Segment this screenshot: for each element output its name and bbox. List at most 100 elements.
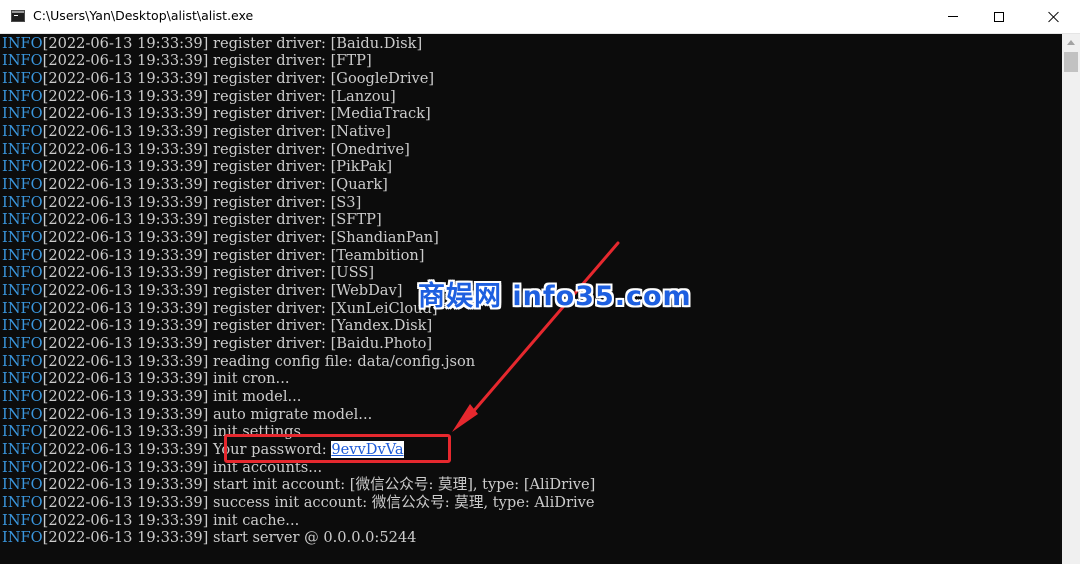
log-message: register driver: [Lanzou]	[208, 87, 396, 105]
log-timestamp: [2022-06-13 19:33:39]	[42, 387, 209, 405]
log-message: register driver: [USS]	[208, 264, 375, 282]
log-timestamp: [2022-06-13 19:33:39]	[42, 370, 209, 388]
log-timestamp: [2022-06-13 19:33:39]	[42, 458, 209, 476]
scroll-up-arrow-icon[interactable]	[1067, 40, 1075, 45]
log-timestamp: [2022-06-13 19:33:39]	[42, 493, 209, 511]
console-line: INFO[2022-06-13 19:33:39] register drive…	[2, 70, 434, 88]
console-line: INFO[2022-06-13 19:33:39] register drive…	[2, 52, 372, 70]
log-timestamp: [2022-06-13 19:33:39]	[42, 299, 209, 317]
log-timestamp: [2022-06-13 19:33:39]	[42, 476, 209, 494]
console-line: INFO[2022-06-13 19:33:39] register drive…	[2, 35, 422, 53]
console-line: INFO[2022-06-13 19:33:39] init model...	[2, 388, 301, 406]
log-message: register driver: [MediaTrack]	[208, 105, 431, 123]
maximize-icon	[994, 11, 1004, 22]
console-line: INFO[2022-06-13 19:33:39] start server @…	[2, 529, 416, 547]
window-title: C:\Users\Yan\Desktop\alist\alist.exe	[33, 8, 254, 23]
log-message: register driver: [S3]	[208, 193, 362, 211]
log-level: INFO	[2, 405, 43, 423]
log-level: INFO	[2, 370, 43, 388]
watermark-text: 商娱网 info35.com	[418, 281, 692, 312]
log-level: INFO	[2, 228, 43, 246]
log-timestamp: [2022-06-13 19:33:39]	[42, 175, 209, 193]
log-level: INFO	[2, 122, 43, 140]
console-line: INFO[2022-06-13 19:33:39] reading config…	[2, 353, 475, 371]
log-message: init cron...	[208, 370, 290, 388]
log-timestamp: [2022-06-13 19:33:39]	[42, 246, 209, 264]
console-line: INFO[2022-06-13 19:33:39] register drive…	[2, 105, 431, 123]
log-message: start server @ 0.0.0.0:5244	[208, 529, 417, 547]
log-message: register driver: [PikPak]	[208, 158, 393, 176]
log-level: INFO	[2, 352, 43, 370]
log-level: INFO	[2, 458, 43, 476]
console-line: INFO[2022-06-13 19:33:39] register drive…	[2, 88, 396, 106]
console-line: INFO[2022-06-13 19:33:39] register drive…	[2, 194, 361, 212]
log-timestamp: [2022-06-13 19:33:39]	[42, 405, 209, 423]
log-level: INFO	[2, 264, 43, 282]
minimize-button[interactable]	[930, 0, 976, 33]
console-line: INFO[2022-06-13 19:33:39] register drive…	[2, 317, 432, 335]
log-timestamp: [2022-06-13 19:33:39]	[42, 193, 209, 211]
log-timestamp: [2022-06-13 19:33:39]	[42, 334, 209, 352]
log-level: INFO	[2, 387, 43, 405]
log-message: start init account: [微信公众号: 莫理], type: […	[208, 476, 596, 494]
log-timestamp: [2022-06-13 19:33:39]	[42, 264, 209, 282]
log-level: INFO	[2, 69, 43, 87]
console-line: INFO[2022-06-13 19:33:39] init cron...	[2, 370, 289, 388]
title-bar: C:\Users\Yan\Desktop\alist\alist.exe	[0, 0, 1080, 34]
console-line: INFO[2022-06-13 19:33:39] register drive…	[2, 335, 432, 353]
log-timestamp: [2022-06-13 19:33:39]	[42, 34, 209, 52]
log-message: register driver: [FTP]	[208, 52, 372, 70]
console-line: INFO[2022-06-13 19:33:39] register drive…	[2, 247, 425, 265]
log-message: auto migrate model...	[208, 405, 373, 423]
log-message: register driver: [WebDav]	[208, 281, 403, 299]
password-highlight-box	[224, 434, 451, 463]
console-line: INFO[2022-06-13 19:33:39] register drive…	[2, 176, 388, 194]
log-message: register driver: [GoogleDrive]	[208, 69, 435, 87]
log-timestamp: [2022-06-13 19:33:39]	[42, 105, 209, 123]
log-level: INFO	[2, 511, 43, 529]
console-line: INFO[2022-06-13 19:33:39] register drive…	[2, 158, 392, 176]
console-line: INFO[2022-06-13 19:33:39] start init acc…	[2, 476, 595, 494]
minimize-icon	[948, 16, 958, 17]
log-level: INFO	[2, 34, 43, 52]
scrollbar-thumb[interactable]	[1064, 52, 1078, 72]
console-line: INFO[2022-06-13 19:33:39] register drive…	[2, 141, 410, 159]
close-icon	[1048, 11, 1060, 23]
log-level: INFO	[2, 493, 43, 511]
log-message: init cache...	[208, 511, 300, 529]
log-timestamp: [2022-06-13 19:33:39]	[42, 317, 209, 335]
log-timestamp: [2022-06-13 19:33:39]	[42, 52, 209, 70]
log-message: register driver: [Teambition]	[208, 246, 425, 264]
log-timestamp: [2022-06-13 19:33:39]	[42, 122, 209, 140]
console-line: INFO[2022-06-13 19:33:39] auto migrate m…	[2, 406, 372, 424]
log-level: INFO	[2, 440, 43, 458]
log-message: register driver: [ShandianPan]	[208, 228, 439, 246]
log-level: INFO	[2, 105, 43, 123]
close-button[interactable]	[1031, 0, 1077, 33]
log-timestamp: [2022-06-13 19:33:39]	[42, 211, 209, 229]
log-message: register driver: [Quark]	[208, 175, 388, 193]
log-level: INFO	[2, 423, 43, 441]
log-timestamp: [2022-06-13 19:33:39]	[42, 423, 209, 441]
log-timestamp: [2022-06-13 19:33:39]	[42, 158, 209, 176]
log-level: INFO	[2, 87, 43, 105]
maximize-button[interactable]	[976, 0, 1022, 33]
log-timestamp: [2022-06-13 19:33:39]	[42, 87, 209, 105]
log-timestamp: [2022-06-13 19:33:39]	[42, 69, 209, 87]
log-message: register driver: [Native]	[208, 122, 391, 140]
console-app-icon	[11, 10, 25, 22]
log-message: success init account: 微信公众号: 莫理, type: A…	[208, 493, 595, 511]
log-level: INFO	[2, 317, 43, 335]
console-line: INFO[2022-06-13 19:33:39] register drive…	[2, 264, 374, 282]
log-message: register driver: [Onedrive]	[208, 140, 410, 158]
console-line: INFO[2022-06-13 19:33:39] register drive…	[2, 211, 382, 229]
log-message: register driver: [Baidu.Disk]	[208, 34, 423, 52]
vertical-scrollbar[interactable]	[1062, 34, 1080, 564]
log-level: INFO	[2, 334, 43, 352]
log-message: register driver: [Baidu.Photo]	[208, 334, 433, 352]
log-message: register driver: [Yandex.Disk]	[208, 317, 433, 335]
log-timestamp: [2022-06-13 19:33:39]	[42, 352, 209, 370]
log-message: init model...	[208, 387, 302, 405]
log-level: INFO	[2, 140, 43, 158]
console-line: INFO[2022-06-13 19:33:39] register drive…	[2, 229, 439, 247]
